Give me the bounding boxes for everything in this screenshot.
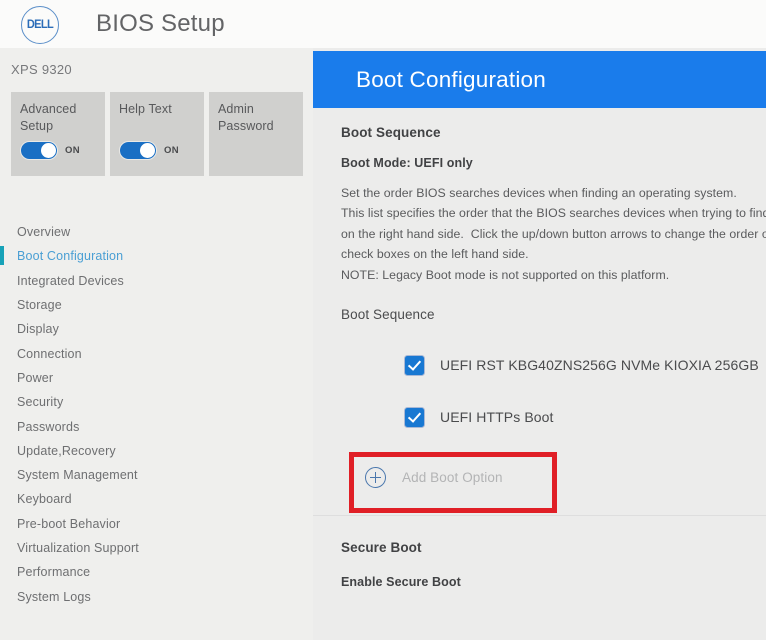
boot-entry-label: UEFI HTTPs Boot <box>440 409 554 426</box>
sidebar-item-performance[interactable]: Performance <box>0 560 313 584</box>
checkbox-checked-icon[interactable] <box>405 355 424 375</box>
advanced-setup-state: ON <box>65 145 80 156</box>
boot-sequence-description: Set the order BIOS searches devices when… <box>341 186 766 282</box>
sidebar-item-power[interactable]: Power <box>0 366 313 390</box>
sidebar: XPS 9320 Advanced Setup ON Help Text ON A… <box>0 48 313 640</box>
section-divider <box>313 515 766 517</box>
sidebar-item-virtualization-support[interactable]: Virtualization Support <box>0 536 313 560</box>
tile-help-text[interactable]: Help Text ON <box>110 92 204 176</box>
nav-list: Overview Boot Configuration Integrated D… <box>0 220 313 609</box>
bios-setup-screen: DELL BIOS Setup XPS 9320 Advanced Setup O… <box>0 0 766 640</box>
sidebar-item-overview[interactable]: Overview <box>0 220 313 244</box>
add-boot-option-area: Add Boot Option <box>313 443 766 515</box>
boot-sequence-list-label: Boot Sequence <box>341 307 435 323</box>
sidebar-item-integrated-devices[interactable]: Integrated Devices <box>0 269 313 293</box>
sidebar-item-system-management[interactable]: System Management <box>0 463 313 487</box>
sidebar-item-display[interactable]: Display <box>0 317 313 341</box>
boot-sequence-heading: Boot Sequence <box>341 125 441 140</box>
add-boot-option-button[interactable]: Add Boot Option <box>365 467 503 489</box>
tile-advanced-setup-label: Advanced Setup <box>20 102 77 133</box>
dell-logo-text: DELL <box>26 18 54 32</box>
content-body: Boot Sequence Boot Mode: UEFI only Set t… <box>313 108 766 589</box>
boot-entry-row[interactable]: UEFI HTTPs Boot <box>313 391 766 443</box>
sidebar-item-passwords[interactable]: Passwords <box>0 414 313 438</box>
toggle-switch-icon[interactable] <box>119 141 157 160</box>
model-name: XPS 9320 <box>11 62 72 77</box>
enable-secure-boot-label: Enable Secure Boot <box>341 575 461 590</box>
sidebar-item-security[interactable]: Security <box>0 390 313 414</box>
sidebar-item-storage[interactable]: Storage <box>0 293 313 317</box>
plus-circle-icon <box>365 467 386 489</box>
add-boot-option-label: Add Boot Option <box>402 470 503 486</box>
app-title: BIOS Setup <box>96 10 225 37</box>
tile-admin-password-label: Admin Password <box>218 102 274 133</box>
dell-logo-icon: DELL <box>21 6 59 44</box>
sidebar-item-pre-boot-behavior[interactable]: Pre-boot Behavior <box>0 512 313 536</box>
boot-mode-label: Boot Mode: UEFI only <box>341 156 473 170</box>
tile-admin-password[interactable]: Admin Password <box>209 92 303 176</box>
page-title: Boot Configuration <box>356 66 546 92</box>
main-content: Boot Configuration Boot Sequence Boot Mo… <box>313 48 766 640</box>
checkbox-checked-icon[interactable] <box>405 407 424 427</box>
help-text-toggle[interactable]: ON <box>119 141 179 160</box>
sidebar-item-update-recovery[interactable]: Update,Recovery <box>0 439 313 463</box>
secure-boot-heading: Secure Boot <box>341 540 422 556</box>
quick-settings-tiles: Advanced Setup ON Help Text ON Admin Passw… <box>11 92 303 176</box>
page-header-bar: Boot Configuration <box>313 51 766 108</box>
help-text-state: ON <box>164 145 179 156</box>
boot-entry-row[interactable]: UEFI RST KBG40ZNS256G NVMe KIOXIA 256GB <box>313 339 766 391</box>
advanced-setup-toggle[interactable]: ON <box>20 141 80 160</box>
sidebar-item-connection[interactable]: Connection <box>0 341 313 365</box>
tile-advanced-setup[interactable]: Advanced Setup ON <box>11 92 105 176</box>
toggle-switch-icon[interactable] <box>20 141 58 160</box>
sidebar-item-keyboard[interactable]: Keyboard <box>0 487 313 511</box>
boot-entry-list: UEFI RST KBG40ZNS256G NVMe KIOXIA 256GB … <box>313 339 766 443</box>
tile-help-text-label: Help Text <box>119 102 172 116</box>
boot-entry-label: UEFI RST KBG40ZNS256G NVMe KIOXIA 256GB <box>440 357 759 374</box>
sidebar-item-boot-configuration[interactable]: Boot Configuration <box>0 244 313 268</box>
title-bar: DELL BIOS Setup <box>0 0 766 48</box>
sidebar-item-system-logs[interactable]: System Logs <box>0 584 313 608</box>
